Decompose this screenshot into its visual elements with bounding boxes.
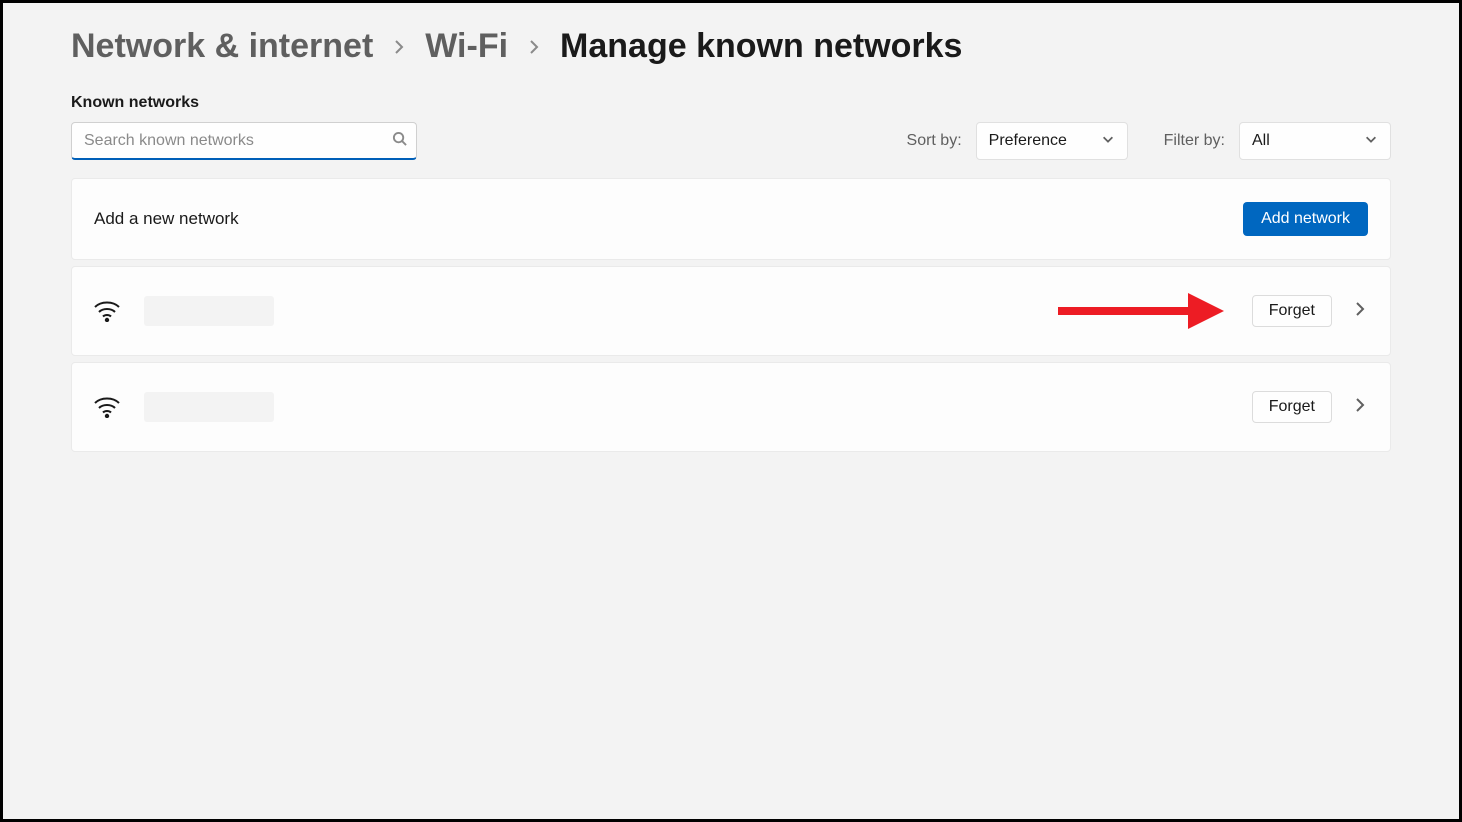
breadcrumb-current: Manage known networks	[560, 27, 962, 66]
network-row[interactable]: Forget	[71, 362, 1391, 452]
wifi-icon	[94, 300, 120, 322]
search-input[interactable]	[71, 122, 417, 160]
forget-button[interactable]: Forget	[1252, 391, 1332, 423]
search-wrap	[71, 122, 417, 160]
chevron-right-icon[interactable]	[1352, 397, 1368, 418]
breadcrumb: Network & internet Wi-Fi Manage known ne…	[71, 27, 1391, 66]
wifi-icon	[94, 396, 120, 418]
chevron-right-icon	[391, 39, 407, 55]
chevron-down-icon	[1364, 132, 1378, 151]
sort-dropdown[interactable]: Preference	[976, 122, 1128, 160]
network-name-redacted	[144, 296, 274, 326]
sort-selected: Preference	[989, 132, 1067, 150]
add-network-button[interactable]: Add network	[1243, 202, 1368, 236]
chevron-down-icon	[1101, 132, 1115, 151]
network-row[interactable]: Forget	[71, 266, 1391, 356]
search-icon	[392, 131, 407, 151]
add-network-text: Add a new network	[94, 209, 239, 229]
chevron-right-icon	[526, 39, 542, 55]
network-name-redacted	[144, 392, 274, 422]
breadcrumb-wifi[interactable]: Wi-Fi	[425, 27, 508, 66]
breadcrumb-network-internet[interactable]: Network & internet	[71, 27, 373, 66]
filter-dropdown[interactable]: All	[1239, 122, 1391, 160]
filter-by-label: Filter by:	[1164, 132, 1225, 150]
add-network-card: Add a new network Add network	[71, 178, 1391, 260]
annotation-arrow	[1058, 293, 1224, 329]
filter-selected: All	[1252, 132, 1270, 150]
known-networks-label: Known networks	[71, 94, 1391, 112]
chevron-right-icon[interactable]	[1352, 301, 1368, 322]
sort-by-label: Sort by:	[907, 132, 962, 150]
forget-button[interactable]: Forget	[1252, 295, 1332, 327]
